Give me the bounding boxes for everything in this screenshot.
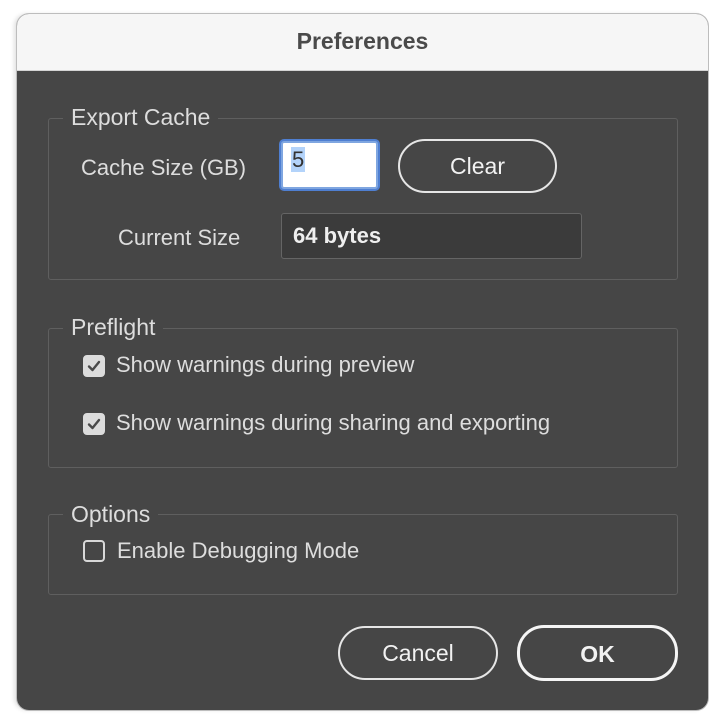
debug-mode-label[interactable]: Enable Debugging Mode	[117, 537, 359, 565]
title-bar[interactable]: Preferences	[17, 14, 708, 71]
checkmark-icon	[87, 418, 101, 430]
window-title: Preferences	[296, 28, 429, 54]
preflight-group	[48, 328, 678, 468]
debug-mode-checkbox[interactable]	[83, 540, 105, 562]
preview-warnings-label[interactable]: Show warnings during preview	[116, 351, 414, 379]
cache-size-input[interactable]: 5	[281, 141, 378, 189]
ok-button[interactable]: OK	[517, 625, 678, 681]
export-warnings-checkbox[interactable]	[83, 413, 105, 435]
cache-size-value: 5	[291, 147, 306, 172]
current-size-label: Current Size	[118, 225, 241, 250]
options-legend: Options	[63, 500, 159, 528]
export-warnings-label[interactable]: Show warnings during sharing and exporti…	[116, 409, 550, 437]
clear-button[interactable]: Clear	[398, 139, 557, 193]
checkmark-icon	[87, 360, 101, 372]
preview-warnings-checkbox[interactable]	[83, 355, 105, 377]
current-size-field: 64 bytes	[281, 213, 582, 259]
cancel-button[interactable]: Cancel	[338, 626, 498, 680]
export-cache-legend: Export Cache	[63, 103, 219, 131]
preflight-legend: Preflight	[63, 313, 164, 341]
cache-size-label: Cache Size (GB)	[81, 155, 247, 180]
preferences-window: Preferences Export Cache Cache Size (GB)…	[17, 14, 708, 710]
